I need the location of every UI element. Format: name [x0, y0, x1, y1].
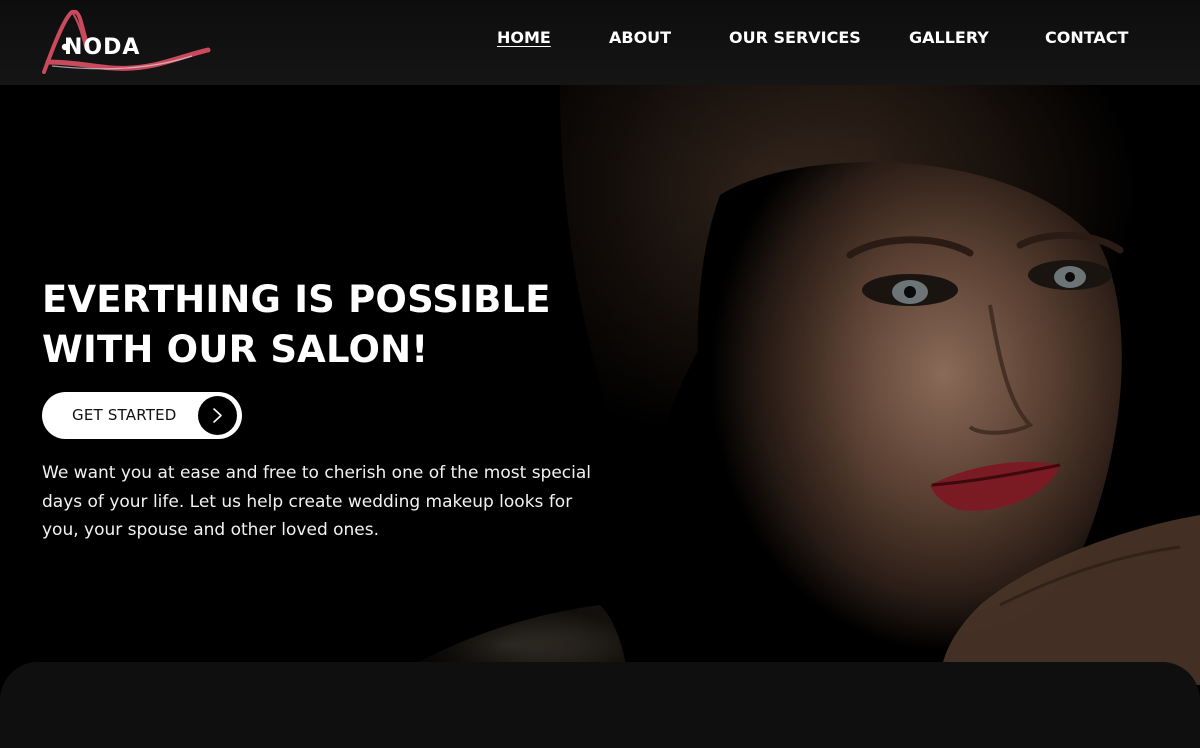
get-started-label: GET STARTED [72, 406, 177, 424]
nav-about[interactable]: ABOUT [609, 28, 671, 47]
hero-section: EVERTHING IS POSSIBLE WITH OUR SALON! GE… [0, 85, 1200, 685]
main-nav: HOME ABOUT OUR SERVICES GALLERY CONTACT [0, 28, 1200, 54]
content-panel [0, 662, 1200, 748]
hero-title-line2: WITH OUR SALON! [42, 328, 429, 371]
hero-portrait-image [380, 85, 1200, 685]
site-header: NODA HOME ABOUT OUR SERVICES GALLERY CON… [0, 0, 1200, 85]
nav-our-services[interactable]: OUR SERVICES [729, 28, 861, 47]
chevron-right-icon [198, 396, 237, 435]
hero-description: We want you at ease and free to cherish … [42, 463, 592, 540]
nav-gallery[interactable]: GALLERY [909, 28, 989, 47]
hero-title-line1: EVERTHING IS POSSIBLE [42, 278, 551, 321]
get-started-button[interactable]: GET STARTED [42, 392, 242, 439]
nav-contact[interactable]: CONTACT [1045, 28, 1128, 47]
hero-title: EVERTHING IS POSSIBLE WITH OUR SALON! [42, 275, 602, 375]
nav-home[interactable]: HOME [497, 28, 551, 47]
page: NODA HOME ABOUT OUR SERVICES GALLERY CON… [0, 0, 1200, 748]
